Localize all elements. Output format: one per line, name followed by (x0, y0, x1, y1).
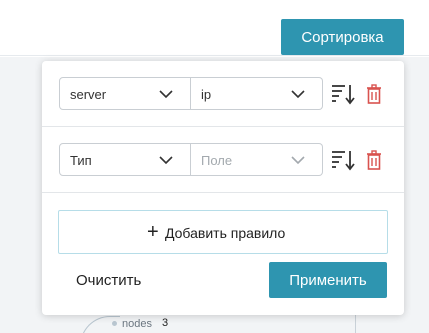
trash-icon[interactable] (366, 150, 382, 170)
plus-icon: + (147, 221, 159, 243)
graph-node-dot (112, 321, 117, 326)
value-select-placeholder: Поле (201, 153, 233, 168)
trash-icon[interactable] (366, 84, 382, 104)
sort-button[interactable]: Сортировка (281, 19, 404, 55)
field-select[interactable]: server (59, 77, 191, 110)
field-select-value: Тип (70, 153, 92, 168)
sort-rule-row: server ip (42, 61, 404, 127)
apply-button[interactable]: Применить (269, 262, 387, 298)
field-select-value: server (70, 87, 107, 102)
value-select-value: ip (201, 87, 212, 102)
node-label: nodes (122, 318, 152, 330)
chevron-down-icon (159, 90, 173, 99)
add-rule-button[interactable]: + Добавить правило (58, 210, 388, 254)
sort-descending-icon[interactable] (331, 83, 355, 105)
value-select[interactable]: ip (191, 77, 323, 110)
clear-button[interactable]: Очистить (64, 262, 176, 298)
chevron-down-icon (291, 90, 305, 99)
sort-descending-icon[interactable] (331, 149, 355, 171)
top-bar: Сортировка (0, 0, 429, 56)
node-count: 3 (162, 317, 169, 329)
chevron-down-icon (159, 156, 173, 165)
sort-rule-row: Тип Поле (42, 127, 404, 193)
sort-panel: server ip Тип Поле + Добавить правило Оч… (42, 61, 404, 315)
chevron-down-icon (291, 156, 305, 165)
field-select[interactable]: Тип (59, 143, 191, 176)
value-select[interactable]: Поле (191, 143, 323, 176)
add-rule-label: Добавить правило (165, 225, 286, 241)
